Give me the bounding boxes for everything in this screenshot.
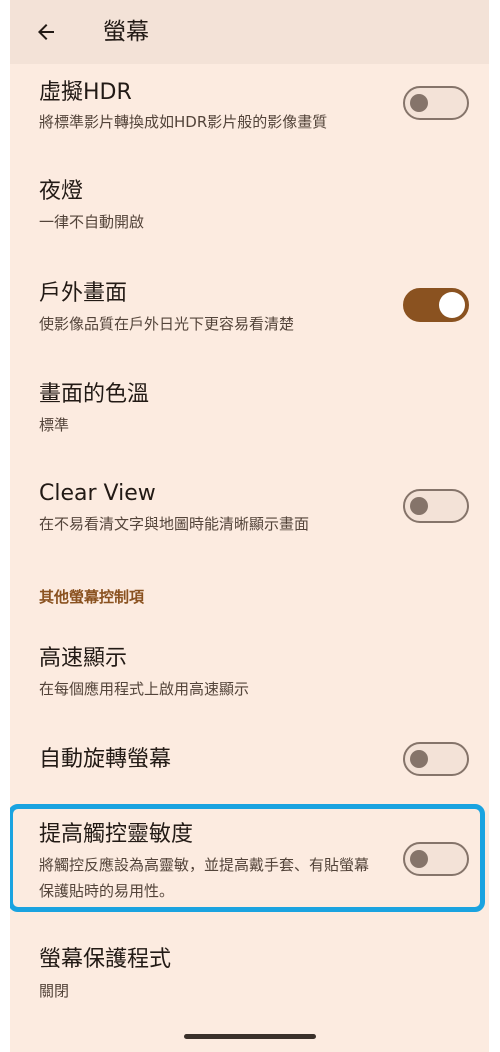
setting-title-hdr: 虛擬HDR xyxy=(39,80,132,105)
setting-title-clear-view: Clear View xyxy=(39,481,156,506)
toggle-thumb xyxy=(439,292,465,318)
setting-title-auto-rotate: 自動旋轉螢幕 xyxy=(39,747,172,772)
hdr-toggle[interactable] xyxy=(403,86,469,120)
toggle-thumb xyxy=(410,497,428,515)
setting-title-outdoor: 戶外畫面 xyxy=(39,281,128,306)
auto-rotate-toggle[interactable] xyxy=(403,742,469,776)
setting-subtitle-night-light: 一律不自動開啟 xyxy=(39,213,145,231)
toggle-thumb xyxy=(410,850,428,868)
gesture-nav-handle[interactable] xyxy=(184,1034,316,1039)
settings-screen: 螢幕 虛擬HDR 將標準影片轉換成如HDR影片般的影像畫質 夜燈 一律不自動開啟… xyxy=(10,0,489,1052)
setting-title-touch-sensitivity: 提高觸控靈敏度 xyxy=(39,822,194,847)
setting-title-screensaver: 螢幕保護程式 xyxy=(39,947,172,972)
setting-subtitle-color-temp: 標準 xyxy=(39,416,70,434)
setting-subtitle-high-speed: 在每個應用程式上啟用高速顯示 xyxy=(39,680,250,698)
arrow-left-icon xyxy=(38,24,54,40)
setting-title-high-speed: 高速顯示 xyxy=(39,646,128,671)
setting-subtitle-touch-sensitivity: 將觸控反應設為高靈敏，並提高戴手套、有貼螢幕保護貼時的易用性。 xyxy=(39,856,370,900)
setting-title-color-temp: 畫面的色溫 xyxy=(39,382,150,407)
setting-subtitle-hdr: 將標準影片轉換成如HDR影片般的影像畫質 xyxy=(39,113,328,131)
outdoor-toggle[interactable] xyxy=(403,288,469,322)
toggle-thumb xyxy=(410,94,428,112)
touch-sensitivity-toggle[interactable] xyxy=(403,842,469,876)
section-header-other-controls: 其他螢幕控制項 xyxy=(39,588,145,606)
setting-subtitle-clear-view: 在不易看清文字與地圖時能清晰顯示畫面 xyxy=(39,515,310,533)
page-title: 螢幕 xyxy=(103,19,149,45)
setting-subtitle-outdoor: 使影像品質在戶外日光下更容易看清楚 xyxy=(39,315,295,333)
toggle-thumb xyxy=(410,750,428,768)
back-button[interactable] xyxy=(26,12,66,52)
clear-view-toggle[interactable] xyxy=(403,489,469,523)
setting-subtitle-screensaver: 關閉 xyxy=(39,982,70,1000)
setting-title-night-light: 夜燈 xyxy=(39,179,84,204)
app-bar: 螢幕 xyxy=(10,0,489,64)
